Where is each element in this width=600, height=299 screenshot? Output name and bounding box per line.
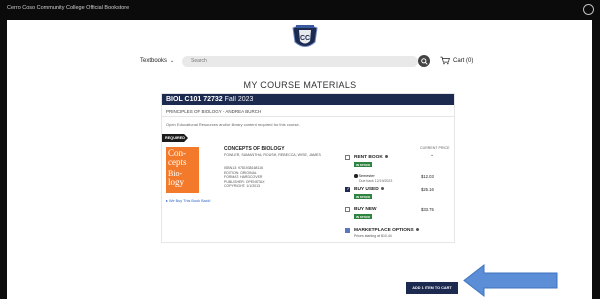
site-title: Cerro Coso Community College Official Bo… (7, 5, 130, 11)
buy-used-label: BUY USED (354, 187, 379, 192)
marketplace-price-note: Prices starting at $10.44 (354, 234, 392, 238)
svg-text:CC: CC (300, 35, 310, 42)
course-code: BIOL C101 72732 (166, 96, 223, 103)
buy-new-checkbox[interactable] (345, 207, 350, 212)
book-cover[interactable]: Con- cepts Bio- logy (166, 147, 199, 193)
top-bar: Cerro Coso Community College Official Bo… (0, 0, 600, 20)
book-meta: ISBN13: 9781938168116 EDITION: ORIGINAL … (224, 166, 265, 189)
textbooks-label: Textbooks (140, 58, 168, 64)
rent-term-label: Semester (358, 174, 375, 178)
marketplace-option: MARKETPLACE OPTIONS (354, 228, 419, 233)
course-term: Fall 2023 (224, 96, 254, 103)
course-header: BIOL C101 72732 Fall 2023 (162, 94, 454, 105)
book-title: CONCEPTS OF BIOLOGY (224, 146, 285, 152)
cover-text: logy (168, 177, 185, 187)
right-edge (592, 20, 600, 299)
info-icon[interactable] (380, 187, 384, 191)
rent-term-option[interactable]: Semester (354, 174, 375, 178)
cart-link[interactable]: Cart (0) (440, 56, 473, 65)
search-input[interactable]: Search (182, 56, 418, 67)
left-edge (0, 20, 7, 299)
marketplace-label: MARKETPLACE OPTIONS (354, 228, 414, 233)
buyback-link[interactable]: ▸ We Buy This Book Back! (166, 198, 211, 203)
search-button[interactable] (418, 55, 430, 67)
page-title: MY COURSE MATERIALS (243, 80, 357, 90)
buy-used-option: BUY USED (354, 187, 384, 192)
radio-icon (354, 174, 358, 178)
buyback-link-label: We Buy This Book Back! (168, 199, 211, 203)
add-to-cart-button[interactable]: ADD 1 ITEM TO CART (406, 282, 458, 294)
cover-text: cepts (168, 157, 187, 167)
new-price: $33.75 (421, 207, 434, 212)
current-price-label: CURRENT PRICE (420, 146, 450, 150)
stock-badge: IN STOCK (354, 194, 373, 199)
oer-note: Open Educational Resources and/or librar… (166, 122, 300, 127)
buy-used-checkbox[interactable] (345, 186, 350, 192)
marketplace-checkbox[interactable] (345, 228, 350, 233)
rent-due-date: Due back 12/19/2023 (359, 179, 393, 183)
stock-badge: IN STOCK (354, 162, 373, 167)
used-price: $25.16 (421, 187, 434, 192)
divider (162, 116, 454, 117)
required-badge: REQUIRED (162, 134, 188, 142)
chevron-down-icon[interactable]: ⌄ (430, 152, 434, 158)
rent-book-checkbox[interactable] (345, 155, 350, 160)
tag-icon: ▸ (166, 199, 168, 203)
info-icon[interactable] (384, 155, 388, 159)
stock-badge: IN STOCK (354, 214, 373, 219)
textbooks-menu[interactable]: Textbooks ⌄ (140, 58, 174, 64)
chevron-down-icon: ⌄ (170, 58, 175, 64)
course-card: BIOL C101 72732 Fall 2023 PRINCIPLES OF … (161, 93, 455, 243)
arrow-left-icon (463, 263, 558, 298)
rent-book-label: RENT BOOK (354, 155, 383, 160)
info-icon[interactable] (415, 228, 419, 232)
rent-price: $12.03 (421, 174, 434, 179)
book-isbn: ISBN13: 9781938168116 (224, 166, 264, 170)
search-placeholder: Search (191, 58, 207, 64)
globe-icon[interactable] (583, 4, 594, 15)
search-icon (420, 57, 428, 65)
buy-new-label: BUY NEW (354, 207, 377, 212)
browser-window: Cerro Coso Community College Official Bo… (0, 0, 600, 299)
book-authors: FOWLER, SAMANTHA; ROUSH, REBECCA; WISE, … (224, 153, 321, 157)
book-copyright: COPYRIGHT: 1/1/2013 (224, 184, 260, 188)
cerro-coso-logo[interactable]: CC (285, 22, 325, 52)
rent-book-option: RENT BOOK (354, 155, 388, 160)
course-subtitle: PRINCIPLES OF BIOLOGY - ANDREA BURCH (166, 109, 262, 114)
book-format: FORMAT: HARDCOVER (224, 175, 263, 179)
cart-icon (440, 56, 450, 65)
cart-label: Cart (0) (453, 57, 474, 64)
buy-new-option: BUY NEW (354, 207, 377, 212)
